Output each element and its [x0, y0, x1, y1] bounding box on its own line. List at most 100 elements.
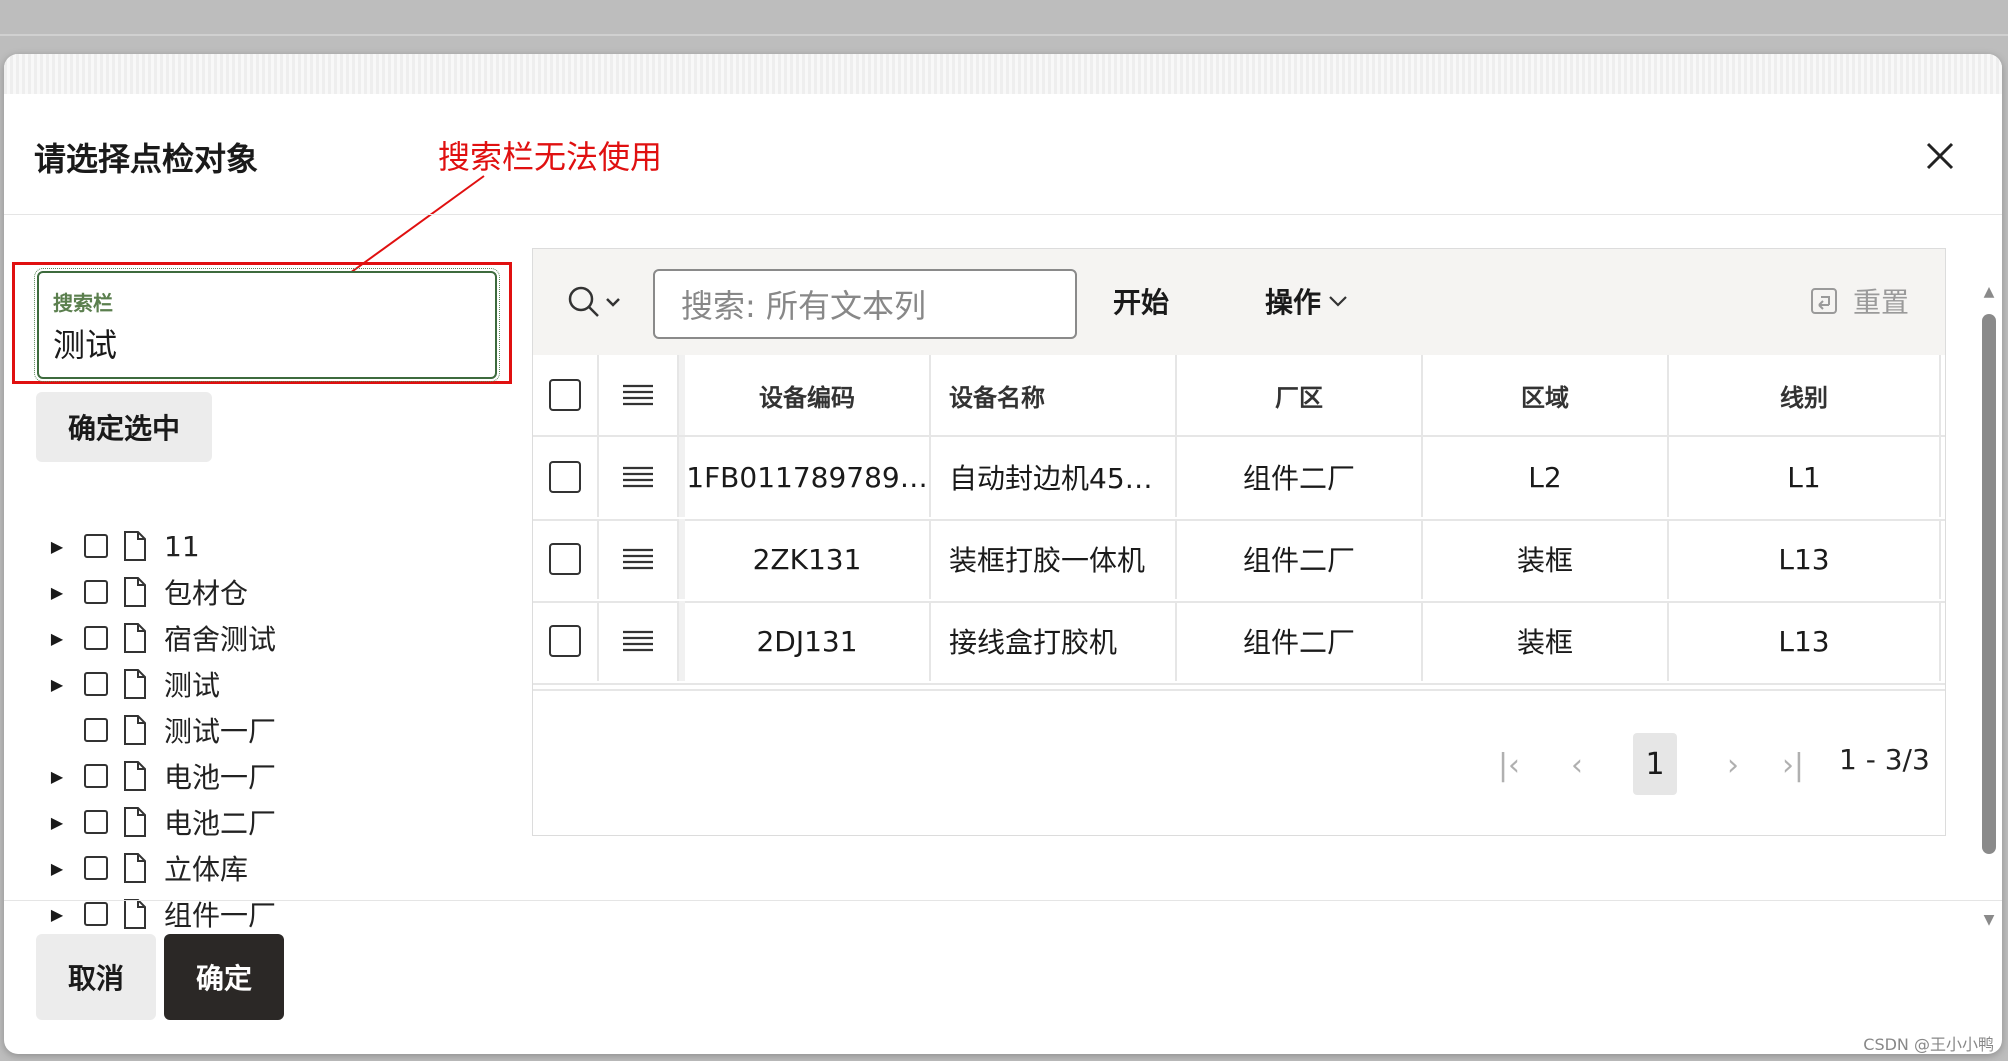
document-icon — [124, 853, 146, 883]
cell-device-name: 自动封边机45… — [931, 437, 1177, 517]
cell-plant: 组件二厂 — [1177, 519, 1423, 599]
select-all-cell — [533, 355, 599, 435]
row-select-cell — [533, 437, 599, 517]
header-area[interactable]: 区域 — [1423, 355, 1669, 435]
row-checkbox[interactable] — [549, 625, 581, 657]
expand-triangle-icon[interactable]: ▶ — [44, 662, 70, 706]
dialog-header-texture — [4, 54, 2002, 94]
tree-item-checkbox[interactable] — [84, 856, 108, 880]
tree-item-checkbox[interactable] — [84, 718, 108, 742]
expand-triangle-icon[interactable]: ▶ — [44, 800, 70, 844]
cell-plant: 组件二厂 — [1177, 437, 1423, 517]
row-select-cell — [533, 601, 599, 681]
tree-item[interactable]: ▶ 测试 — [44, 662, 220, 706]
prev-page-icon[interactable]: ‹ — [1557, 745, 1597, 785]
row-actions-cell — [599, 519, 679, 599]
table-row[interactable]: 2ZK131 装框打胶一体机 组件二厂 装框 L13 — [533, 519, 1945, 603]
tree-item-label: 电池一厂 — [164, 761, 277, 794]
tree-item[interactable]: ▶ 立体库 — [44, 846, 248, 890]
tree-item[interactable]: ▶ 包材仓 — [44, 570, 248, 614]
document-icon — [124, 807, 146, 837]
cancel-button[interactable]: 取消 — [36, 934, 156, 1020]
menu-icon[interactable] — [623, 383, 653, 407]
tree-item[interactable]: ▶ 11 — [44, 524, 200, 568]
row-checkbox[interactable] — [549, 543, 581, 575]
confirm-selection-button[interactable]: 确定选中 — [36, 392, 212, 462]
document-icon — [124, 761, 146, 791]
cell-device-code: 2DJ131 — [685, 601, 931, 681]
row-actions-cell — [599, 601, 679, 681]
actions-menu-button[interactable]: 操作 — [1265, 281, 1349, 321]
expand-triangle-icon[interactable]: ▶ — [44, 892, 70, 936]
tree-item[interactable]: ▶ 组件一厂 — [44, 892, 276, 936]
expand-triangle-icon[interactable]: ▶ — [44, 616, 70, 660]
header-device-name[interactable]: 设备名称 — [931, 355, 1177, 435]
next-page-icon[interactable]: › — [1713, 745, 1753, 785]
cell-line: L13 — [1669, 601, 1941, 681]
tree-item-checkbox[interactable] — [84, 534, 108, 558]
ok-button[interactable]: 确定 — [164, 934, 284, 1020]
row-checkbox[interactable] — [549, 461, 581, 493]
document-icon — [124, 577, 146, 607]
close-icon[interactable] — [1920, 136, 1960, 176]
document-icon — [124, 623, 146, 653]
last-page-icon[interactable]: ›| — [1773, 745, 1813, 785]
grid-search-input[interactable]: 搜索: 所有文本列 — [653, 269, 1077, 339]
tree-item[interactable]: ▶ 电池二厂 — [44, 800, 276, 844]
header-device-code[interactable]: 设备编码 — [685, 355, 931, 435]
grid-toolbar: 搜索: 所有文本列 开始 操作 重置 — [533, 249, 1945, 356]
dialog-scrollbar[interactable]: ▲ ▼ — [1980, 284, 1998, 928]
scroll-down-icon[interactable]: ▼ — [1980, 912, 1998, 928]
reset-button[interactable]: 重置 — [1809, 281, 1909, 321]
current-page-button[interactable]: 1 — [1633, 733, 1677, 795]
tree-item-checkbox[interactable] — [84, 810, 108, 834]
table-row[interactable]: 2DJ131 接线盒打胶机 组件二厂 装框 L13 — [533, 601, 1945, 685]
row-menu-icon[interactable] — [623, 629, 653, 653]
cell-plant: 组件二厂 — [1177, 601, 1423, 681]
interactive-grid: 搜索: 所有文本列 开始 操作 重置 设备编码 设备名称 厂区 区域 线别 1F… — [532, 248, 1946, 836]
tree-item-checkbox[interactable] — [84, 672, 108, 696]
search-column-icon[interactable] — [565, 283, 629, 323]
row-select-cell — [533, 519, 599, 599]
row-menu-icon[interactable] — [623, 547, 653, 571]
header-line[interactable]: 线别 — [1669, 355, 1941, 435]
tree-item-label: 电池二厂 — [164, 807, 277, 840]
tree-item[interactable]: 测试一厂 — [44, 708, 276, 752]
document-icon — [124, 531, 146, 561]
tree-search-input[interactable] — [51, 317, 485, 369]
expand-triangle-icon[interactable]: ▶ — [44, 846, 70, 890]
tree-item-checkbox[interactable] — [84, 626, 108, 650]
expand-triangle-icon[interactable]: ▶ — [44, 524, 70, 568]
cell-device-name: 装框打胶一体机 — [931, 519, 1177, 599]
tree-item[interactable]: ▶ 宿舍测试 — [44, 616, 276, 660]
reset-label: 重置 — [1852, 286, 1909, 319]
go-button[interactable]: 开始 — [1113, 281, 1169, 321]
cell-line: L1 — [1669, 437, 1941, 517]
annotation-text: 搜索栏无法使用 — [438, 138, 663, 176]
tree-item-checkbox[interactable] — [84, 764, 108, 788]
tree-item-checkbox[interactable] — [84, 580, 108, 604]
table-header-row: 设备编码 设备名称 厂区 区域 线别 — [533, 355, 1945, 437]
expand-triangle-icon[interactable]: ▶ — [44, 570, 70, 614]
tree-item-label: 11 — [164, 529, 200, 563]
table-row[interactable]: 1FB011789789… 自动封边机45… 组件二厂 L2 L1 — [533, 437, 1945, 521]
select-all-checkbox[interactable] — [549, 379, 581, 411]
row-menu-icon[interactable] — [623, 465, 653, 489]
select-target-dialog: 请选择点检对象 搜索栏无法使用 搜索栏 确定选中 ▶ 11 ▶ 包材仓 ▶ 宿舍测试 ▶ 测试… — [4, 54, 2002, 1054]
scroll-up-icon[interactable]: ▲ — [1980, 284, 1998, 300]
reset-icon — [1810, 288, 1837, 314]
expand-triangle-icon[interactable]: ▶ — [44, 754, 70, 798]
cell-area: 装框 — [1423, 601, 1669, 681]
watermark: CSDN @王小小鸭 — [1863, 1035, 1994, 1054]
document-icon — [124, 715, 146, 745]
tree-search-field[interactable]: 搜索栏 — [34, 268, 500, 382]
pagination-info: 1 - 3/3 — [1839, 743, 1930, 776]
first-page-icon[interactable]: |‹ — [1489, 745, 1529, 785]
header-divider — [4, 214, 2002, 215]
header-plant[interactable]: 厂区 — [1177, 355, 1423, 435]
cell-device-code: 2ZK131 — [685, 519, 931, 599]
tree-item-checkbox[interactable] — [84, 902, 108, 926]
tree-item[interactable]: ▶ 电池一厂 — [44, 754, 276, 798]
scroll-thumb[interactable] — [1982, 314, 1996, 854]
